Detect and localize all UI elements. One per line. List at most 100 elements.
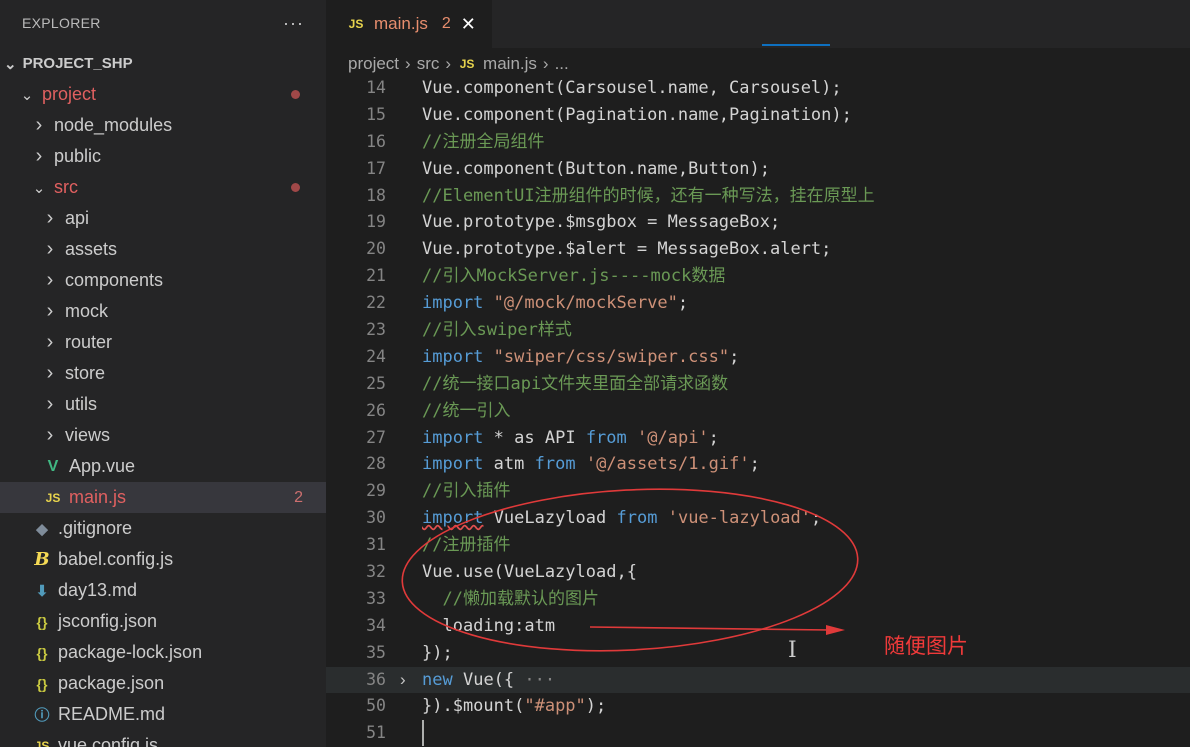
tree-item-components[interactable]: › components — [0, 265, 326, 296]
text-cursor-icon: I — [788, 638, 797, 663]
line-number: 22 — [366, 293, 386, 313]
code-keyword: from — [534, 454, 576, 475]
code-text: Vue.prototype.$msgbox = MessageBox; — [422, 209, 780, 236]
code-line[interactable]: 27 import * as API from '@/api'; — [326, 425, 1190, 452]
tree-item-project[interactable]: ⌄ project — [0, 79, 326, 110]
code-line[interactable]: 36 › new Vue({ ··· — [326, 666, 1190, 694]
tree-item-babel-config-js[interactable]: Bbabel.config.js — [0, 544, 326, 575]
code-line[interactable]: 17 Vue.component(Button.name,Button); — [326, 156, 1190, 183]
code-line[interactable]: 35}); — [326, 640, 1190, 667]
code-string: '@/api' — [637, 427, 709, 448]
code-punctuation: ; — [729, 346, 740, 367]
tree-item-label: assets — [65, 239, 118, 259]
line-number: 17 — [366, 158, 386, 178]
code-identifier: Vue({ — [462, 669, 515, 690]
code-line[interactable]: 15 Vue.component(Pagination.name,Paginati… — [326, 102, 1190, 129]
code-text: import atm from '@/assets/1.gif'; — [422, 451, 760, 478]
tree-item-views[interactable]: › views — [0, 420, 326, 451]
tree-item-jsconfig-json[interactable]: {} jsconfig.json — [0, 606, 326, 637]
code-plain: Vue.prototype.$alert = MessageBox.alert; — [422, 239, 832, 260]
code-string: "swiper/css/swiper.css" — [493, 346, 730, 367]
tree-item-label: main.js — [69, 487, 127, 507]
chevron-right-icon: › — [46, 331, 54, 353]
code-comment: //懒加载默认的图片 — [422, 588, 599, 609]
tree-item-day13-md[interactable]: ⬇ day13.md — [0, 575, 326, 606]
breadcrumb-symbol[interactable]: ... — [555, 54, 569, 74]
tree-item-package-json[interactable]: {} package.json — [0, 668, 326, 699]
line-number: 31 — [366, 535, 386, 555]
code-text: Vue.prototype.$alert = MessageBox.alert; — [422, 236, 831, 263]
tree-item-node-modules[interactable]: › node_modules — [0, 110, 326, 141]
tree-item-src[interactable]: ⌄ src — [0, 172, 326, 203]
tree-item-assets[interactable]: › assets — [0, 234, 326, 265]
tree-item-label: api — [65, 208, 90, 228]
chevron-right-icon: › — [35, 145, 43, 167]
code-keyword: import — [422, 293, 484, 314]
tree-item-utils[interactable]: › utils — [0, 389, 326, 420]
code-editor[interactable]: 14 Vue.component(Carsousel.name, Carsouse… — [326, 75, 1190, 747]
code-line[interactable]: 34 loading:atm — [326, 613, 1190, 640]
babel-file-icon: B — [34, 549, 50, 570]
code-keyword: from — [616, 508, 658, 529]
file-tree: ⌄ project › node_modules › public ⌄ src › api › ass… — [0, 79, 326, 747]
code-line[interactable]: 50}).$mount("#app"); — [326, 693, 1190, 720]
code-line[interactable]: 24 import "swiper/css/swiper.css"; — [326, 344, 1190, 371]
tree-item-public[interactable]: › public — [0, 141, 326, 172]
code-text: //统一引入 — [422, 398, 510, 425]
tree-item-package-lock-json[interactable]: {} package-lock.json — [0, 637, 326, 668]
code-line[interactable]: 33 //懒加载默认的图片 — [326, 586, 1190, 613]
tree-item-api[interactable]: › api — [0, 203, 326, 234]
tree-item-mock[interactable]: › mock — [0, 296, 326, 327]
more-actions-icon[interactable]: ··· — [283, 13, 304, 34]
breadcrumb-main-js[interactable]: main.js — [483, 54, 537, 74]
code-text: import "@/mock/mockServe"; — [422, 290, 688, 317]
code-line[interactable]: 21 //引入MockServer.js----mock数据 — [326, 263, 1190, 290]
tab-label: main.js — [374, 14, 428, 33]
breadcrumb-src[interactable]: src — [417, 54, 440, 74]
tree-item-router[interactable]: › router — [0, 327, 326, 358]
breadcrumb-project[interactable]: project — [348, 54, 399, 74]
tree-item-readme-md[interactable]: ⓘ README.md — [0, 699, 326, 730]
breadcrumb-separator: › — [542, 54, 549, 73]
code-line[interactable]: 28 import atm from '@/assets/1.gif'; — [326, 451, 1190, 478]
tab-main-js[interactable]: JS main.js 2 ✕ — [326, 0, 492, 48]
code-line[interactable]: 29 //引入插件 — [326, 478, 1190, 505]
code-comment: //引入swiper样式 — [422, 320, 572, 341]
tree-item-label: mock — [65, 301, 109, 321]
tree-item-label: public — [54, 146, 102, 166]
tree-item-label: day13.md — [58, 580, 138, 600]
tree-item-label: vue.config.js — [58, 735, 159, 747]
close-icon[interactable]: ✕ — [461, 14, 476, 35]
line-number: 24 — [366, 346, 386, 366]
line-number: 30 — [366, 508, 386, 528]
code-line[interactable]: 19 Vue.prototype.$msgbox = MessageBox; — [326, 209, 1190, 236]
code-line[interactable]: 23 //引入swiper样式 — [326, 317, 1190, 344]
tree-item-label: utils — [65, 394, 98, 414]
info-file-icon: ⓘ — [34, 707, 50, 724]
project-section-title: PROJECT_SHP — [22, 55, 133, 72]
tree-item-app-vue[interactable]: V App.vue — [0, 451, 326, 482]
code-line[interactable]: 22 import "@/mock/mockServe"; — [326, 290, 1190, 317]
code-line[interactable]: 30 import VueLazyload from 'vue-lazyload'… — [326, 505, 1190, 532]
tree-item-store[interactable]: › store — [0, 358, 326, 389]
code-text: //统一接口api文件夹里面全部请求函数 — [422, 371, 728, 398]
code-plain: Vue.use(VueLazyload,{ — [422, 562, 637, 583]
code-text: //引入插件 — [422, 478, 510, 505]
code-line[interactable]: 32 Vue.use(VueLazyload,{ — [326, 559, 1190, 586]
code-line[interactable]: 16 //注册全局组件 — [326, 129, 1190, 156]
code-identifier: atm — [493, 454, 525, 475]
code-line[interactable]: 51 — [326, 720, 1190, 747]
code-line[interactable]: 26 //统一引入 — [326, 398, 1190, 425]
code-line[interactable]: 20 Vue.prototype.$alert = MessageBox.aler… — [326, 236, 1190, 263]
code-line[interactable]: 31 //注册插件 — [326, 532, 1190, 559]
code-line[interactable]: 25 //统一接口api文件夹里面全部请求函数 — [326, 371, 1190, 398]
tree-item-main-js[interactable]: JS main.js 2 — [0, 482, 326, 513]
line-number: 20 — [366, 239, 386, 259]
fold-chevron-icon[interactable]: › — [400, 667, 406, 694]
tree-item-vue-config-js[interactable]: JS vue.config.js — [0, 730, 326, 747]
project-section-header[interactable]: ⌄ PROJECT_SHP — [0, 48, 326, 79]
tree-item-gitignore[interactable]: ◆ .gitignore — [0, 513, 326, 544]
code-line[interactable]: 14 Vue.component(Carsousel.name, Carsouse… — [326, 75, 1190, 102]
code-line[interactable]: 18 //ElementUI注册组件的时候，还有一种写法，挂在原型上 — [326, 183, 1190, 210]
vue-file-icon: V — [47, 457, 59, 475]
